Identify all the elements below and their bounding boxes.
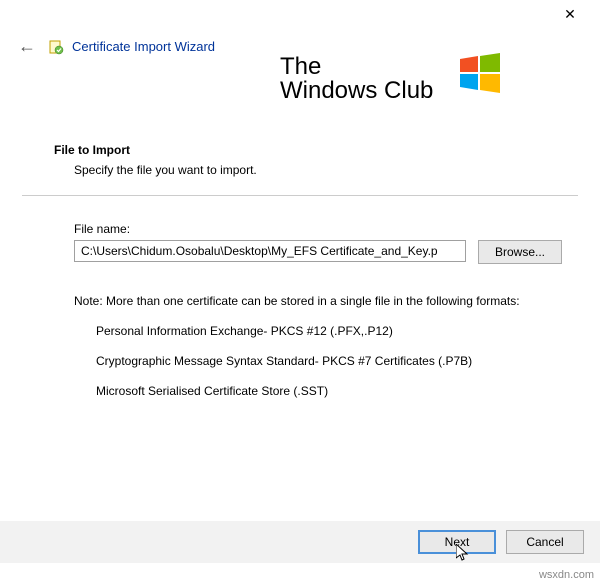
- file-name-input[interactable]: [74, 240, 466, 262]
- note-format-2: Cryptographic Message Syntax Standard- P…: [96, 354, 562, 368]
- site-watermark: wsxdn.com: [539, 569, 594, 581]
- note-format-1: Personal Information Exchange- PKCS #12 …: [96, 324, 562, 338]
- browse-button[interactable]: Browse...: [478, 240, 562, 264]
- watermark-line2: Windows Club: [280, 79, 433, 103]
- watermark-line1: The: [280, 55, 433, 79]
- title-bar: ✕: [0, 0, 600, 28]
- wizard-title: Certificate Import Wizard: [72, 39, 215, 54]
- wizard-button-bar: Next Cancel: [0, 521, 600, 563]
- page-subheading: Specify the file you want to import.: [74, 163, 578, 177]
- next-button[interactable]: Next: [418, 530, 496, 554]
- note-format-3: Microsoft Serialised Certificate Store (…: [96, 384, 562, 398]
- certificate-wizard-icon: [48, 39, 64, 55]
- branding-watermark: The Windows Club: [280, 55, 433, 103]
- windows-logo-icon: [460, 53, 500, 93]
- file-input-row: Browse...: [74, 240, 562, 264]
- file-name-label: File name:: [74, 222, 562, 236]
- close-button[interactable]: ✕: [550, 6, 590, 23]
- page-heading: File to Import: [54, 143, 578, 157]
- back-arrow-icon[interactable]: ←: [18, 36, 36, 57]
- cancel-button[interactable]: Cancel: [506, 530, 584, 554]
- note-intro-text: Note: More than one certificate can be s…: [74, 294, 562, 308]
- wizard-content: File to Import Specify the file you want…: [0, 143, 600, 398]
